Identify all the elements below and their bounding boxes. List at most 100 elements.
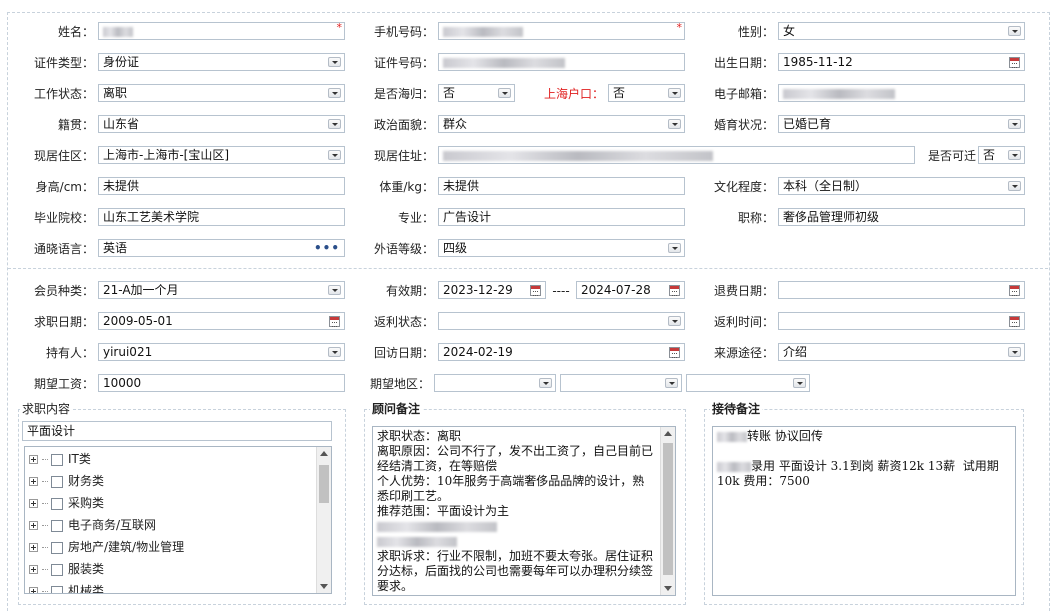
- dropdown-arrow-icon[interactable]: [498, 88, 511, 98]
- phone-field[interactable]: *: [438, 22, 685, 40]
- origin-select[interactable]: 山东省: [98, 115, 345, 133]
- dropdown-arrow-icon[interactable]: [328, 285, 341, 295]
- scroll-thumb[interactable]: [663, 443, 673, 575]
- scroll-up-icon[interactable]: [664, 431, 672, 436]
- relocate-select[interactable]: 否: [978, 146, 1025, 164]
- rebate-status-select[interactable]: [438, 312, 685, 330]
- language-field[interactable]: 英语 •••: [98, 239, 345, 257]
- tree-connector: [42, 569, 48, 570]
- political-select[interactable]: 群众: [438, 115, 685, 133]
- holder-select[interactable]: yirui021: [98, 343, 345, 361]
- notes-scrollbar[interactable]: [660, 427, 675, 595]
- source-select[interactable]: 介绍: [778, 343, 1025, 361]
- valid-label: 有效期：: [385, 284, 434, 298]
- rebate-time-field[interactable]: [778, 312, 1025, 330]
- dropdown-arrow-icon[interactable]: [539, 378, 552, 388]
- idtype-select[interactable]: 身份证: [98, 53, 345, 71]
- scroll-thumb[interactable]: [319, 465, 329, 503]
- tree-expand-icon[interactable]: [29, 543, 38, 552]
- tree-scrollbar[interactable]: [316, 447, 331, 593]
- scroll-down-icon[interactable]: [664, 586, 672, 591]
- refund-date-field[interactable]: [778, 281, 1025, 299]
- calendar-icon[interactable]: [669, 285, 680, 296]
- scroll-down-icon[interactable]: [320, 584, 328, 589]
- email-field[interactable]: [778, 84, 1025, 102]
- gender-select[interactable]: 女: [778, 22, 1025, 40]
- residence-select[interactable]: 上海市-上海市-[宝山区]: [98, 146, 345, 164]
- dropdown-arrow-icon[interactable]: [328, 57, 341, 67]
- checkbox-icon[interactable]: [51, 541, 63, 554]
- member-type-select[interactable]: 21-A加一个月: [98, 281, 345, 299]
- hukou-select[interactable]: 否: [608, 84, 685, 102]
- dropdown-arrow-icon[interactable]: [668, 88, 681, 98]
- professional-title-field[interactable]: 奢侈品管理师初级: [778, 208, 1025, 226]
- name-field[interactable]: *: [98, 22, 345, 40]
- dropdown-arrow-icon[interactable]: [668, 316, 681, 326]
- revisit-date-field[interactable]: 2024-02-19: [438, 343, 685, 361]
- dropdown-arrow-icon[interactable]: [1008, 150, 1021, 160]
- region-district-select[interactable]: [686, 374, 810, 392]
- dropdown-arrow-icon[interactable]: [328, 347, 341, 357]
- calendar-icon[interactable]: [669, 347, 680, 358]
- region-city-select[interactable]: [560, 374, 682, 392]
- checkbox-icon[interactable]: [51, 585, 63, 593]
- dropdown-arrow-icon[interactable]: [328, 150, 341, 160]
- dropdown-arrow-icon[interactable]: [1008, 26, 1021, 36]
- jobdate-field[interactable]: 2009-05-01: [98, 312, 345, 330]
- tree-item[interactable]: 房地产/建筑/物业管理: [29, 538, 184, 556]
- idno-field[interactable]: [438, 53, 685, 71]
- tree-expand-icon[interactable]: [29, 565, 38, 574]
- advisor-notes-textarea[interactable]: 求职状态：离职 离职原因：公司不行了，发不出工资了，自己目前已经结清工资，在等赔偿…: [372, 426, 676, 596]
- valid-to-field[interactable]: 2024-07-28: [576, 281, 685, 299]
- tree-item[interactable]: 机械类: [29, 582, 104, 593]
- dropdown-arrow-icon[interactable]: [328, 88, 341, 98]
- reception-notes-textarea[interactable]: 转账 协议回传 录用 平面设计 3.1到岗 薪资12k 13薪 试用期10k 费…: [712, 426, 1016, 596]
- major-field[interactable]: 广告设计: [438, 208, 685, 226]
- foreign-level-select[interactable]: 四级: [438, 239, 685, 257]
- job-selected-field[interactable]: 平面设计: [22, 421, 332, 441]
- tree-item[interactable]: 采购类: [29, 494, 104, 512]
- scroll-up-icon[interactable]: [320, 451, 328, 456]
- salary-field[interactable]: 10000: [98, 374, 345, 392]
- dropdown-arrow-icon[interactable]: [1008, 119, 1021, 129]
- dropdown-arrow-icon[interactable]: [1008, 347, 1021, 357]
- checkbox-icon[interactable]: [51, 519, 63, 532]
- height-field[interactable]: 未提供: [98, 177, 345, 195]
- tree-expand-icon[interactable]: [29, 521, 38, 530]
- tree-expand-icon[interactable]: [29, 587, 38, 593]
- more-dots-icon[interactable]: •••: [314, 240, 340, 256]
- dropdown-arrow-icon[interactable]: [793, 378, 806, 388]
- returnee-select[interactable]: 否: [438, 84, 515, 102]
- birth-date-field[interactable]: 1985-11-12: [778, 53, 1025, 71]
- region-province-select[interactable]: [434, 374, 556, 392]
- dropdown-arrow-icon[interactable]: [668, 119, 681, 129]
- school-field[interactable]: 山东工艺美术学院: [98, 208, 345, 226]
- tree-expand-icon[interactable]: [29, 477, 38, 486]
- checkbox-icon[interactable]: [51, 563, 63, 576]
- tree-expand-icon[interactable]: [29, 455, 38, 464]
- tree-item[interactable]: 电子商务/互联网: [29, 516, 156, 534]
- checkbox-icon[interactable]: [51, 453, 63, 466]
- workstatus-select[interactable]: 离职: [98, 84, 345, 102]
- calendar-icon[interactable]: [1009, 57, 1020, 68]
- tree-item[interactable]: IT类: [29, 450, 91, 468]
- valid-from-field[interactable]: 2023-12-29: [438, 281, 546, 299]
- tree-expand-icon[interactable]: [29, 499, 38, 508]
- dropdown-arrow-icon[interactable]: [328, 119, 341, 129]
- checkbox-icon[interactable]: [51, 475, 63, 488]
- weight-field[interactable]: 未提供: [438, 177, 685, 195]
- calendar-icon[interactable]: [1009, 316, 1020, 327]
- marital-select[interactable]: 已婚已育: [778, 115, 1025, 133]
- tree-item[interactable]: 财务类: [29, 472, 104, 490]
- address-field[interactable]: [438, 146, 915, 164]
- calendar-icon[interactable]: [329, 316, 340, 327]
- dropdown-arrow-icon[interactable]: [668, 243, 681, 253]
- education-select[interactable]: 本科（全日制）: [778, 177, 1025, 195]
- calendar-icon[interactable]: [1009, 285, 1020, 296]
- calendar-icon[interactable]: [530, 285, 541, 296]
- tree-connector: [42, 591, 48, 592]
- checkbox-icon[interactable]: [51, 497, 63, 510]
- tree-item[interactable]: 服装类: [29, 560, 104, 578]
- dropdown-arrow-icon[interactable]: [665, 378, 678, 388]
- dropdown-arrow-icon[interactable]: [1008, 181, 1021, 191]
